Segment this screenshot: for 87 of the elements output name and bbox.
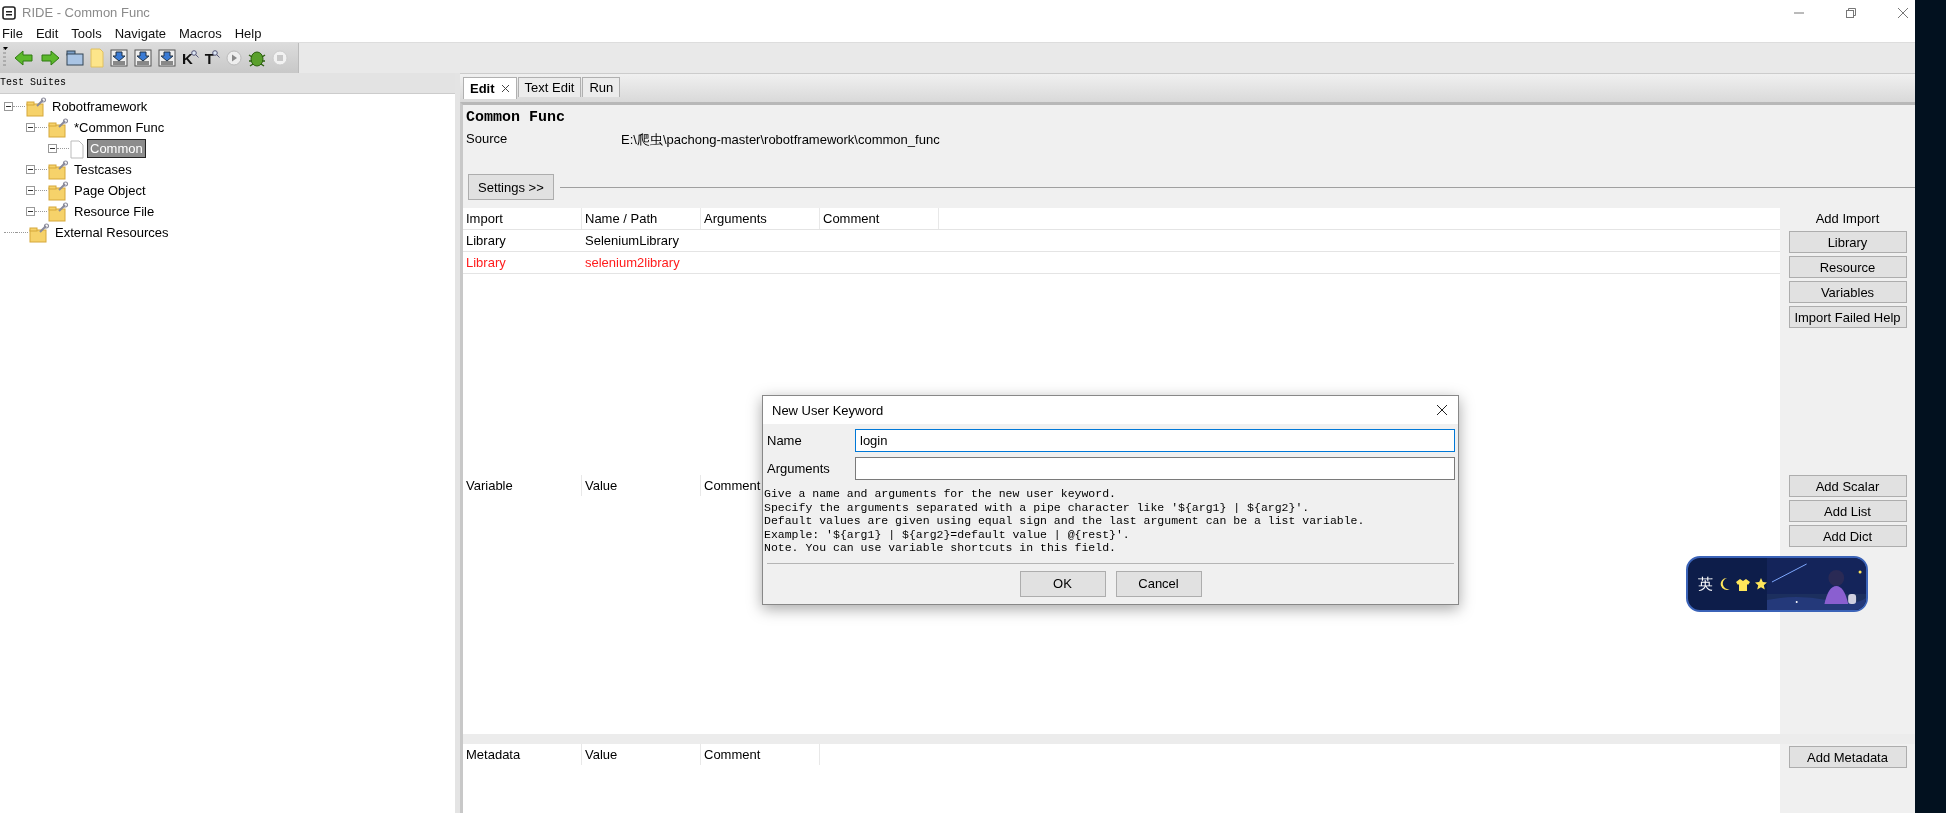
column-header: Import — [463, 208, 582, 229]
save-icon[interactable] — [110, 49, 128, 67]
restore-icon[interactable] — [1845, 6, 1857, 19]
collapse-icon[interactable] — [26, 186, 35, 195]
collapse-icon[interactable] — [26, 165, 35, 174]
app-icon — [2, 5, 16, 20]
field-label: Arguments — [766, 461, 831, 476]
find-button[interactable]: T — [204, 49, 220, 67]
collapse-icon[interactable] — [26, 123, 35, 132]
language-indicator[interactable]: 英 — [1698, 574, 1713, 594]
play-icon[interactable] — [226, 50, 242, 66]
shirt-icon[interactable] — [1736, 577, 1750, 591]
table-cell-text: Library — [465, 232, 507, 250]
tab[interactable]: Edit — [463, 77, 517, 99]
close-icon[interactable] — [1436, 404, 1448, 416]
folder-icon[interactable] — [66, 49, 84, 67]
settings-button[interactable]: Settings >> — [468, 174, 554, 200]
page-icon — [69, 138, 85, 159]
tab[interactable]: Run — [582, 77, 621, 97]
field-label: Source — [466, 131, 509, 148]
menu-item[interactable]: Navigate — [114, 26, 167, 41]
collapse-icon[interactable] — [4, 102, 13, 111]
add-variable-button[interactable]: Add Dict — [1788, 525, 1907, 547]
search-icon — [212, 49, 220, 58]
folder-icon — [28, 222, 50, 243]
add-variable-button[interactable]: Add List — [1788, 500, 1907, 522]
dialog-button[interactable]: Cancel — [1115, 570, 1202, 597]
moon-icon[interactable] — [1719, 577, 1731, 591]
menu-item[interactable]: Tools — [71, 26, 102, 41]
table-cell-text: Library — [465, 254, 507, 272]
source-path: E:\爬虫\pachong-master\robotframework\common_func — [621, 131, 940, 149]
window-title: RIDE - Common Func — [22, 5, 150, 20]
tree-item[interactable]: External Resources — [52, 223, 172, 242]
tree-item[interactable]: Resource File — [71, 202, 158, 221]
back-arrow-icon[interactable] — [14, 49, 34, 67]
table-cell-text: selenium2library — [584, 254, 681, 272]
collapse-icon[interactable] — [26, 207, 35, 216]
tree-item[interactable]: Robotframework — [49, 97, 151, 116]
add-metadata-button[interactable]: Add Metadata — [1788, 746, 1907, 768]
column-header: Name / Path — [582, 208, 701, 229]
tab[interactable]: Text Edit — [517, 77, 582, 97]
find-button[interactable]: K — [182, 49, 199, 67]
menu-item[interactable]: Macros — [179, 26, 222, 41]
table-cell-text: SeleniumLibrary — [584, 232, 680, 250]
add-import-button[interactable]: Library — [1788, 231, 1907, 253]
save-icon[interactable] — [134, 49, 152, 67]
tree-item[interactable]: *Common Func — [71, 118, 168, 137]
column-header: Comment — [820, 208, 939, 229]
forward-arrow-icon[interactable] — [40, 49, 60, 67]
folder-icon — [47, 180, 69, 201]
menu-item[interactable]: Help — [234, 26, 262, 41]
field-label: Name — [766, 433, 803, 448]
section-label: Add Import — [1815, 210, 1880, 228]
tree-item[interactable]: Testcases — [71, 160, 135, 179]
add-variable-button[interactable]: Add Scalar — [1788, 475, 1907, 497]
help-text: Default values are given using equal sign and the last argument can be a list variable. — [764, 514, 1366, 528]
help-text: Example: '${arg1} | ${arg2}=default value | @{rest}'. — [764, 527, 1131, 541]
menu-item[interactable]: Edit — [35, 26, 59, 41]
menu-item[interactable]: File — [2, 26, 23, 41]
column-header: Comment — [701, 744, 820, 765]
bug-icon[interactable] — [248, 49, 266, 67]
text-field[interactable] — [855, 457, 1455, 480]
panel-header: Test Suites — [0, 73, 455, 94]
column-header: Value — [582, 744, 701, 765]
text-field[interactable]: login — [855, 429, 1455, 452]
column-header: Variable — [463, 475, 582, 496]
add-import-button[interactable]: Resource — [1788, 256, 1907, 278]
tree-item[interactable]: Page Object — [71, 181, 149, 200]
folder-icon — [25, 96, 47, 117]
help-text: Specify the arguments separated with a pipe character like '${arg1} | ${arg2}'. — [764, 500, 1311, 514]
add-import-button[interactable]: Variables — [1788, 281, 1907, 303]
collapse-icon[interactable] — [48, 144, 57, 153]
add-import-button[interactable]: Import Failed Help — [1788, 306, 1907, 328]
grip-icon — [2, 47, 8, 69]
dialog-button[interactable]: OK — [1019, 570, 1106, 597]
star-icon[interactable] — [1755, 578, 1767, 590]
column-header: Value — [582, 475, 701, 496]
dialog-title: New User Keyword — [772, 402, 885, 418]
save-icon[interactable] — [158, 49, 176, 67]
column-header: Arguments — [701, 208, 820, 229]
folder-icon — [47, 117, 69, 138]
close-icon[interactable] — [500, 84, 510, 93]
help-text: Note. You can use variable shortcuts in this field. — [764, 541, 1117, 555]
folder-icon — [47, 159, 69, 180]
column-header: Metadata — [463, 744, 582, 765]
suite-title: Common Func — [465, 108, 567, 128]
folder-icon — [47, 201, 69, 222]
